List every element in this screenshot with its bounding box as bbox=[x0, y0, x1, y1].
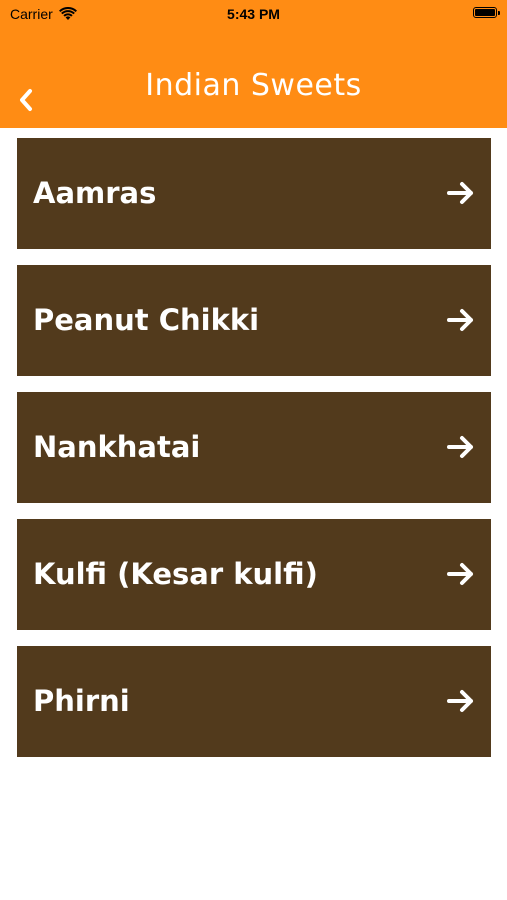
list-item-label: Aamras bbox=[33, 176, 157, 210]
arrow-right-icon bbox=[447, 563, 473, 585]
status-bar: Carrier 5:43 PM bbox=[0, 0, 507, 28]
list-item-label: Peanut Chikki bbox=[33, 303, 260, 337]
sweets-list: Aamras Peanut Chikki Nankhatai Kulfi (Ke… bbox=[17, 138, 491, 773]
navigation-bar: Carrier 5:43 PM Indian Sweets bbox=[0, 0, 507, 128]
list-item-label: Nankhatai bbox=[33, 430, 201, 464]
list-item-label: Phirni bbox=[33, 684, 130, 718]
list-item[interactable]: Aamras bbox=[17, 138, 491, 249]
list-item[interactable]: Phirni bbox=[17, 646, 491, 757]
list-item-label: Kulfi (Kesar kulfi) bbox=[33, 557, 318, 591]
battery-icon bbox=[473, 7, 500, 18]
arrow-right-icon bbox=[447, 182, 473, 204]
clock: 5:43 PM bbox=[227, 6, 280, 22]
arrow-right-icon bbox=[447, 690, 473, 712]
arrow-right-icon bbox=[447, 436, 473, 458]
list-item[interactable]: Nankhatai bbox=[17, 392, 491, 503]
page-title: Indian Sweets bbox=[145, 68, 362, 103]
list-item[interactable]: Kulfi (Kesar kulfi) bbox=[17, 519, 491, 630]
list-item[interactable]: Peanut Chikki bbox=[17, 265, 491, 376]
arrow-right-icon bbox=[447, 309, 473, 331]
